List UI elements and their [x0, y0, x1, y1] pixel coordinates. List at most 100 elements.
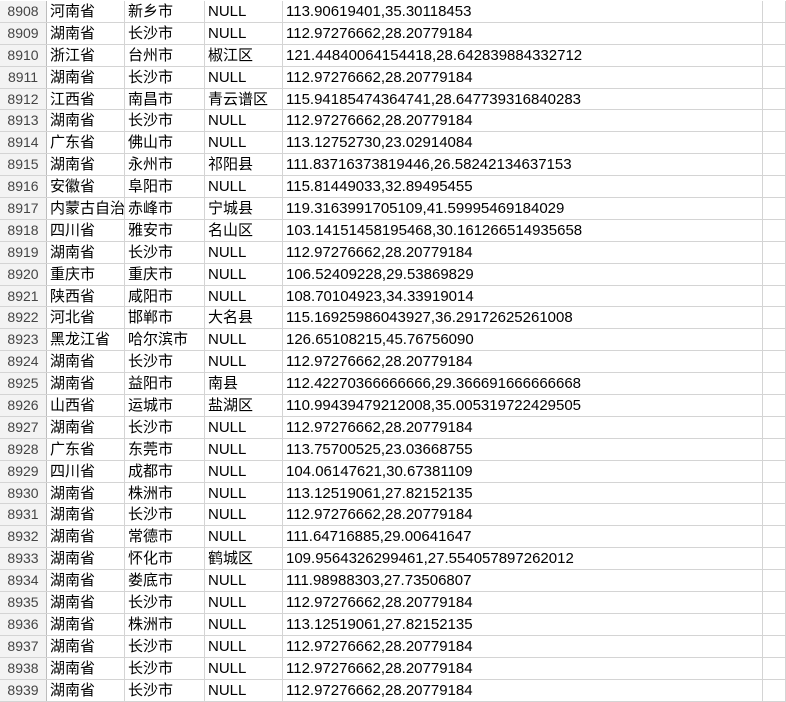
coordinates-cell[interactable]: 112.97276662,28.20779184	[283, 657, 763, 679]
row-number-header[interactable]: 8928	[0, 438, 47, 460]
coordinates-cell[interactable]: 126.65108215,45.76756090	[283, 329, 763, 351]
empty-cell[interactable]	[763, 154, 786, 176]
district-cell[interactable]: 椒江区	[205, 44, 283, 66]
province-cell[interactable]: 广东省	[47, 132, 125, 154]
coordinates-cell[interactable]: 113.12752730,23.02914084	[283, 132, 763, 154]
empty-cell[interactable]	[763, 198, 786, 219]
city-cell[interactable]: 长沙市	[125, 110, 205, 132]
city-cell[interactable]: 长沙市	[125, 592, 205, 613]
row-number-header[interactable]: 8931	[0, 504, 47, 526]
province-cell[interactable]: 湖南省	[47, 482, 125, 504]
city-cell[interactable]: 东莞市	[125, 438, 205, 460]
district-cell[interactable]: NULL	[205, 22, 283, 44]
province-cell[interactable]: 重庆市	[47, 263, 125, 285]
district-cell[interactable]: 鹤城区	[205, 548, 283, 570]
district-cell[interactable]: 宁城县	[205, 198, 283, 219]
district-cell[interactable]: 南县	[205, 373, 283, 395]
district-cell[interactable]: NULL	[205, 1, 283, 22]
coordinates-cell[interactable]: 115.94185474364741,28.647739316840283	[283, 88, 763, 110]
province-cell[interactable]: 湖南省	[47, 613, 125, 635]
province-cell[interactable]: 四川省	[47, 460, 125, 482]
row-number-header[interactable]: 8913	[0, 110, 47, 132]
province-cell[interactable]: 湖南省	[47, 570, 125, 592]
city-cell[interactable]: 长沙市	[125, 416, 205, 438]
coordinates-cell[interactable]: 108.70104923,34.33919014	[283, 285, 763, 307]
district-cell[interactable]: NULL	[205, 329, 283, 351]
city-cell[interactable]: 娄底市	[125, 570, 205, 592]
row-number-header[interactable]: 8922	[0, 307, 47, 329]
province-cell[interactable]: 湖南省	[47, 679, 125, 701]
coordinates-cell[interactable]: 112.97276662,28.20779184	[283, 679, 763, 701]
row-number-header[interactable]: 8932	[0, 526, 47, 548]
province-cell[interactable]: 黑龙江省	[47, 329, 125, 351]
coordinates-cell[interactable]: 104.06147621,30.67381109	[283, 460, 763, 482]
city-cell[interactable]: 长沙市	[125, 22, 205, 44]
empty-cell[interactable]	[763, 219, 786, 241]
row-number-header[interactable]: 8926	[0, 395, 47, 416]
city-cell[interactable]: 邯郸市	[125, 307, 205, 329]
row-number-header[interactable]: 8921	[0, 285, 47, 307]
district-cell[interactable]: NULL	[205, 635, 283, 657]
district-cell[interactable]: NULL	[205, 132, 283, 154]
row-number-header[interactable]: 8935	[0, 592, 47, 613]
coordinates-cell[interactable]: 112.97276662,28.20779184	[283, 22, 763, 44]
district-cell[interactable]: NULL	[205, 351, 283, 373]
city-cell[interactable]: 株洲市	[125, 613, 205, 635]
province-cell[interactable]: 湖南省	[47, 592, 125, 613]
empty-cell[interactable]	[763, 395, 786, 416]
row-number-header[interactable]: 8937	[0, 635, 47, 657]
district-cell[interactable]: NULL	[205, 657, 283, 679]
province-cell[interactable]: 广东省	[47, 438, 125, 460]
row-number-header[interactable]: 8916	[0, 176, 47, 198]
row-number-header[interactable]: 8924	[0, 351, 47, 373]
coordinates-cell[interactable]: 110.99439479212008,35.005319722429505	[283, 395, 763, 416]
empty-cell[interactable]	[763, 570, 786, 592]
province-cell[interactable]: 湖南省	[47, 548, 125, 570]
city-cell[interactable]: 台州市	[125, 44, 205, 66]
city-cell[interactable]: 长沙市	[125, 351, 205, 373]
row-number-header[interactable]: 8915	[0, 154, 47, 176]
city-cell[interactable]: 株洲市	[125, 482, 205, 504]
district-cell[interactable]: NULL	[205, 504, 283, 526]
row-number-header[interactable]: 8919	[0, 241, 47, 263]
coordinates-cell[interactable]: 112.97276662,28.20779184	[283, 66, 763, 88]
row-number-header[interactable]: 8923	[0, 329, 47, 351]
city-cell[interactable]: 运城市	[125, 395, 205, 416]
empty-cell[interactable]	[763, 679, 786, 701]
district-cell[interactable]: NULL	[205, 592, 283, 613]
city-cell[interactable]: 成都市	[125, 460, 205, 482]
province-cell[interactable]: 河北省	[47, 307, 125, 329]
row-number-header[interactable]: 8936	[0, 613, 47, 635]
district-cell[interactable]: NULL	[205, 460, 283, 482]
empty-cell[interactable]	[763, 329, 786, 351]
city-cell[interactable]: 长沙市	[125, 657, 205, 679]
coordinates-cell[interactable]: 111.83716373819446,26.58242134637153	[283, 154, 763, 176]
city-cell[interactable]: 佛山市	[125, 132, 205, 154]
province-cell[interactable]: 湖南省	[47, 241, 125, 263]
city-cell[interactable]: 长沙市	[125, 504, 205, 526]
city-cell[interactable]: 长沙市	[125, 66, 205, 88]
district-cell[interactable]: NULL	[205, 570, 283, 592]
coordinates-cell[interactable]: 112.42270366666666,29.366691666666668	[283, 373, 763, 395]
coordinates-cell[interactable]: 113.90619401,35.30118453	[283, 1, 763, 22]
empty-cell[interactable]	[763, 482, 786, 504]
empty-cell[interactable]	[763, 416, 786, 438]
district-cell[interactable]: NULL	[205, 66, 283, 88]
empty-cell[interactable]	[763, 132, 786, 154]
city-cell[interactable]: 新乡市	[125, 1, 205, 22]
empty-cell[interactable]	[763, 241, 786, 263]
empty-cell[interactable]	[763, 460, 786, 482]
empty-cell[interactable]	[763, 88, 786, 110]
city-cell[interactable]: 重庆市	[125, 263, 205, 285]
empty-cell[interactable]	[763, 373, 786, 395]
row-number-header[interactable]: 8910	[0, 44, 47, 66]
empty-cell[interactable]	[763, 526, 786, 548]
coordinates-cell[interactable]: 112.97276662,28.20779184	[283, 351, 763, 373]
row-number-header[interactable]: 8909	[0, 22, 47, 44]
coordinates-cell[interactable]: 112.97276662,28.20779184	[283, 592, 763, 613]
province-cell[interactable]: 安徽省	[47, 176, 125, 198]
empty-cell[interactable]	[763, 548, 786, 570]
empty-cell[interactable]	[763, 504, 786, 526]
empty-cell[interactable]	[763, 438, 786, 460]
district-cell[interactable]: 大名县	[205, 307, 283, 329]
